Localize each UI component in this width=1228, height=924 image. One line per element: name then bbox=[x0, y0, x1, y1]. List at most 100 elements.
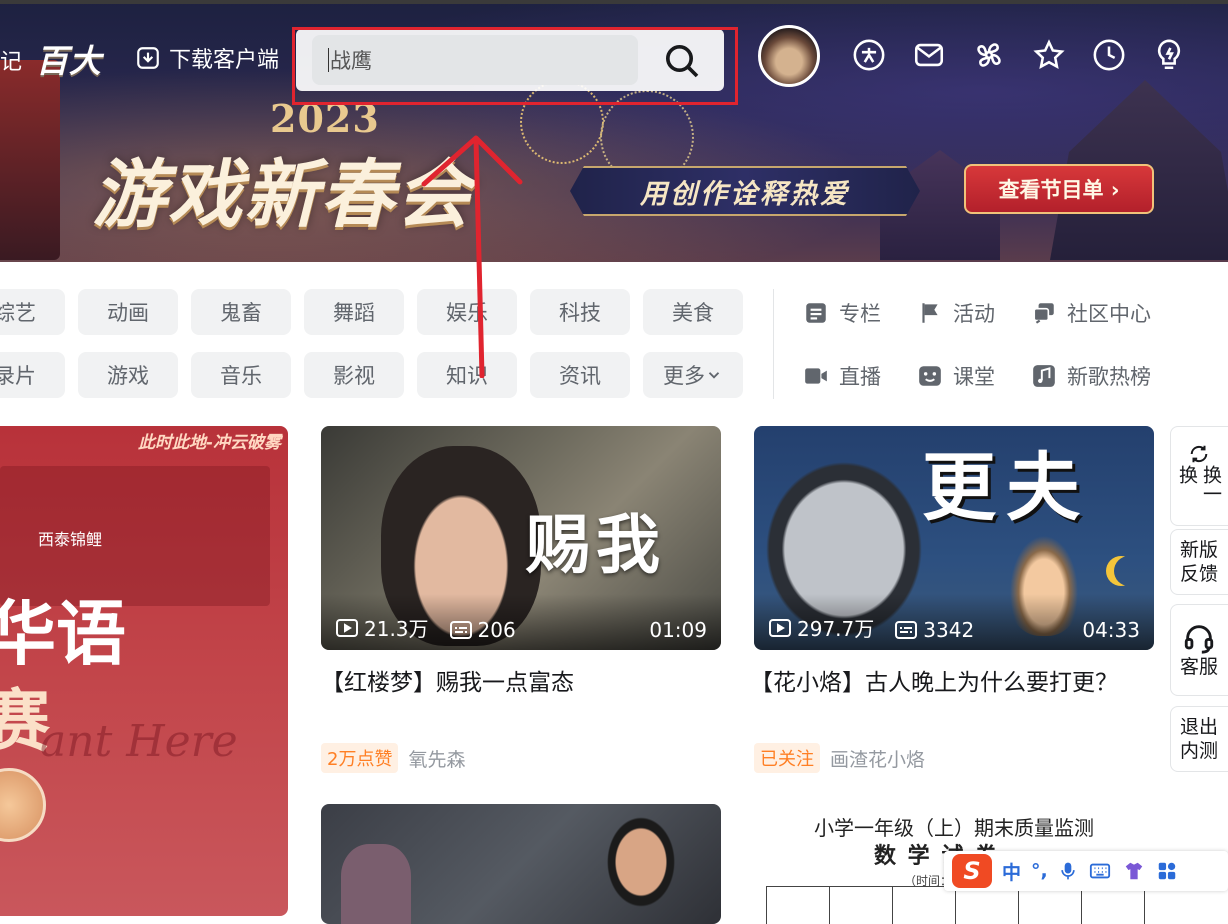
category-chip[interactable]: 美食 bbox=[643, 289, 743, 335]
header-icon-bar bbox=[852, 38, 1186, 72]
channel-link-live[interactable]: 直播 bbox=[803, 361, 881, 391]
channel-link-classroom[interactable]: 课堂 bbox=[917, 361, 995, 391]
category-chip[interactable]: 科技 bbox=[530, 289, 630, 335]
refresh-icon bbox=[1190, 445, 1208, 463]
category-chip[interactable]: 知识 bbox=[417, 352, 517, 398]
banner-title: 游戏新春会 bbox=[92, 152, 472, 238]
refresh-label: 换一换 bbox=[1176, 465, 1222, 503]
search-input-value: 战鹰 bbox=[330, 49, 372, 73]
followed-badge: 已关注 bbox=[754, 743, 820, 773]
category-chip[interactable]: 资讯 bbox=[530, 352, 630, 398]
headset-icon bbox=[1184, 625, 1214, 654]
channel-label: 新歌热榜 bbox=[1067, 365, 1151, 389]
thumbnail-overlay-text: 赐我 bbox=[526, 508, 666, 583]
promo-button-decoration bbox=[0, 768, 46, 842]
category-chip[interactable]: 音乐 bbox=[191, 352, 291, 398]
channel-link-community[interactable]: 社区中心 bbox=[1031, 298, 1151, 328]
category-chip[interactable]: 综艺 bbox=[0, 289, 65, 335]
author-name[interactable]: 画渣花小烙 bbox=[830, 745, 925, 772]
download-label: 下载客户端 bbox=[169, 48, 280, 73]
download-client-link[interactable]: 下载客户端 bbox=[135, 42, 279, 74]
channel-link-music[interactable]: 新歌热榜 bbox=[1031, 361, 1151, 391]
search-input[interactable]: 战鹰 bbox=[312, 35, 638, 85]
creation-icon[interactable] bbox=[1152, 38, 1186, 72]
customer-service-button[interactable]: 客服 bbox=[1170, 604, 1228, 696]
thumbnail-overlay-text: 更夫 bbox=[922, 445, 1090, 531]
skin-icon[interactable] bbox=[1122, 860, 1146, 882]
channel-label: 专栏 bbox=[839, 302, 881, 326]
chevron-down-icon bbox=[708, 372, 720, 379]
flag-icon bbox=[922, 303, 938, 323]
more-label: 更多 bbox=[663, 364, 705, 388]
ime-mode-toggle[interactable]: 中 bbox=[1002, 858, 1021, 885]
nav-item-cut[interactable]: 记 bbox=[0, 44, 22, 76]
avatar[interactable] bbox=[758, 25, 820, 87]
music-icon bbox=[1033, 365, 1055, 387]
video-thumbnail[interactable]: 更夫 297.7万 3342 04:33 bbox=[754, 426, 1154, 650]
play-count-icon bbox=[769, 618, 791, 637]
promo-card[interactable]: 此时此地-冲云破雾 西泰锦鲤 华语 赛 ant Here bbox=[0, 426, 288, 916]
dynamic-icon[interactable] bbox=[972, 38, 1006, 72]
feedback-button[interactable]: 新版反馈 bbox=[1170, 529, 1228, 595]
channel-link-column[interactable]: 专栏 bbox=[803, 298, 881, 328]
banner-slogan: 用创作诠释热爱 bbox=[570, 166, 920, 216]
category-chip[interactable]: 娱乐 bbox=[417, 289, 517, 335]
channel-label: 活动 bbox=[953, 302, 995, 326]
logo[interactable]: 百大 bbox=[36, 36, 102, 82]
ime-toolbar: S 中 °, bbox=[944, 851, 1228, 891]
video-title[interactable]: 【花小烙】古人晚上为什么要打更？ bbox=[750, 666, 1130, 701]
danmaku-count-value: 3342 bbox=[923, 618, 975, 642]
danmaku-count-value: 206 bbox=[477, 618, 516, 642]
channel-label: 社区中心 bbox=[1067, 302, 1151, 326]
live-icon bbox=[805, 368, 827, 384]
firework-decoration bbox=[520, 80, 604, 164]
author-name[interactable]: 氧先森 bbox=[408, 745, 465, 772]
video-thumbnail[interactable]: 赐我 21.3万 206 01:09 bbox=[321, 426, 721, 650]
history-icon[interactable] bbox=[1092, 38, 1126, 72]
category-chip[interactable]: 舞蹈 bbox=[304, 289, 404, 335]
view-count-value: 297.7万 bbox=[797, 617, 875, 641]
thumbnail-figure bbox=[591, 808, 691, 924]
category-chip[interactable]: 录片 bbox=[0, 352, 65, 398]
moon-decoration bbox=[1114, 556, 1144, 586]
like-badge: 2万点赞 bbox=[321, 743, 399, 773]
more-categories-button[interactable]: 更多 bbox=[643, 352, 743, 398]
category-divider bbox=[773, 289, 774, 399]
danmaku-count: 206 bbox=[449, 618, 516, 642]
download-icon bbox=[137, 47, 159, 69]
keyboard-icon[interactable] bbox=[1088, 860, 1112, 882]
danmaku-icon bbox=[449, 621, 472, 639]
header-banner: 2023 游戏新春会 用创作诠释热爱 查看节目单 › 记 百大 下载客户端 战鹰 bbox=[0, 0, 1228, 262]
banner-lantern-decoration bbox=[0, 60, 60, 260]
view-count: 21.3万 bbox=[335, 613, 429, 642]
ime-logo[interactable]: S bbox=[952, 854, 992, 888]
video-thumbnail[interactable] bbox=[321, 804, 721, 924]
promo-big-text: 华语 bbox=[0, 593, 126, 675]
video-title[interactable]: 【红楼梦】赐我一点富态 bbox=[321, 666, 721, 701]
channel-label: 直播 bbox=[839, 365, 881, 389]
category-chip[interactable]: 游戏 bbox=[78, 352, 178, 398]
message-icon[interactable] bbox=[912, 38, 946, 72]
view-count-value: 21.3万 bbox=[364, 617, 429, 641]
customer-service-label: 客服 bbox=[1179, 656, 1218, 678]
doc-heading: 小学一年级（上）期末质量监测 bbox=[814, 816, 1094, 840]
thumbnail-stats: 297.7万 3342 04:33 bbox=[754, 594, 1154, 650]
refresh-button[interactable]: 换一换 bbox=[1170, 426, 1228, 526]
thumbnail-stats: 21.3万 206 01:09 bbox=[321, 594, 721, 650]
video-duration: 04:33 bbox=[1082, 618, 1140, 642]
view-program-button[interactable]: 查看节目单 › bbox=[964, 164, 1154, 214]
category-chip[interactable]: 影视 bbox=[304, 352, 404, 398]
category-chip[interactable]: 鬼畜 bbox=[191, 289, 291, 335]
view-count: 297.7万 bbox=[768, 613, 874, 642]
toolbox-icon[interactable] bbox=[1156, 860, 1178, 882]
search-icon[interactable] bbox=[662, 41, 702, 81]
exit-beta-button[interactable]: 退出内测 bbox=[1170, 706, 1228, 772]
category-chip[interactable]: 动画 bbox=[78, 289, 178, 335]
big-member-icon[interactable] bbox=[852, 38, 886, 72]
microphone-icon[interactable] bbox=[1058, 860, 1078, 882]
favorite-icon[interactable] bbox=[1032, 38, 1066, 72]
channel-link-activity[interactable]: 活动 bbox=[917, 298, 995, 328]
ime-punctuation-toggle[interactable]: °, bbox=[1031, 860, 1048, 882]
thumbnail-figure bbox=[341, 844, 411, 924]
classroom-icon bbox=[919, 366, 941, 386]
